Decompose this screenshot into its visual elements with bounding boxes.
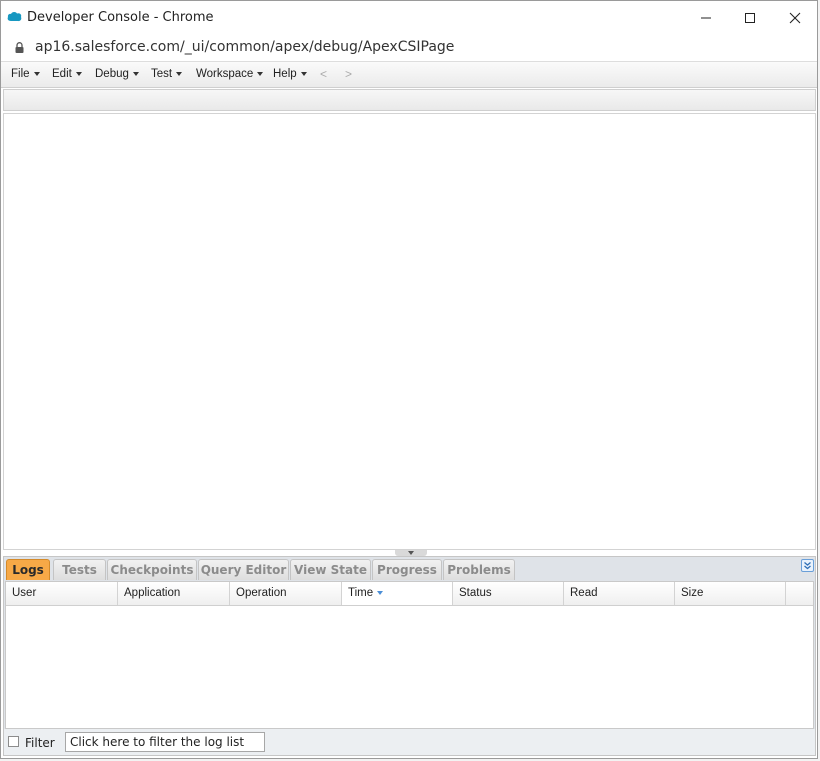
- url-text[interactable]: ap16.salesforce.com/_ui/common/apex/debu…: [35, 39, 454, 55]
- menu-help-label: Help: [273, 68, 297, 80]
- menu-edit[interactable]: Edit: [52, 68, 82, 80]
- tab-tests[interactable]: Tests: [53, 559, 106, 580]
- window-title: Developer Console - Chrome: [27, 10, 214, 25]
- title-bar: Developer Console - Chrome: [1, 1, 817, 34]
- caret-down-icon: [33, 71, 40, 76]
- salesforce-cloud-icon: [7, 12, 22, 22]
- tab-problems[interactable]: Problems: [443, 559, 515, 580]
- tab-checkpoints[interactable]: Checkpoints: [107, 559, 197, 580]
- table-header: User Application Operation Time Status R…: [6, 582, 813, 606]
- address-bar[interactable]: ap16.salesforce.com/_ui/common/apex/debu…: [1, 34, 817, 61]
- logs-table: User Application Operation Time Status R…: [5, 581, 814, 729]
- column-header-application[interactable]: Application: [118, 582, 230, 605]
- close-icon: [789, 12, 801, 23]
- maximize-icon: [745, 12, 755, 23]
- filter-checkbox[interactable]: [8, 736, 19, 747]
- tab-query-editor[interactable]: Query Editor: [198, 559, 289, 580]
- column-header-spacer: [786, 582, 813, 605]
- menu-debug-label: Debug: [95, 68, 129, 80]
- filter-label: Filter: [25, 736, 55, 750]
- menu-help[interactable]: Help: [273, 68, 307, 80]
- caret-down-icon: [132, 71, 139, 76]
- column-header-operation[interactable]: Operation: [230, 582, 342, 605]
- menu-test-label: Test: [151, 68, 173, 80]
- filter-input[interactable]: Click here to filter the log list: [65, 732, 265, 752]
- menu-edit-label: Edit: [52, 68, 72, 80]
- column-header-time-label: Time: [348, 587, 374, 599]
- menu-debug[interactable]: Debug: [95, 68, 139, 80]
- menu-workspace-label: Workspace: [196, 68, 254, 80]
- column-header-status[interactable]: Status: [453, 582, 564, 605]
- sort-descending-icon: [377, 590, 384, 595]
- column-header-user[interactable]: User: [6, 582, 118, 605]
- caret-down-icon: [75, 71, 82, 76]
- filter-bar: Filter Click here to filter the log list: [4, 729, 815, 755]
- caret-down-icon: [300, 71, 307, 76]
- maximize-button[interactable]: [727, 1, 773, 34]
- caret-down-icon: [176, 71, 183, 76]
- tab-view-state[interactable]: View State: [290, 559, 371, 580]
- nav-forward-button[interactable]: >: [345, 67, 352, 81]
- menu-bar: File Edit Debug Test Workspace Help < >: [1, 61, 817, 88]
- bottom-panel: Logs Tests Checkpoints Query Editor View…: [3, 556, 816, 756]
- nav-back-button[interactable]: <: [320, 67, 327, 81]
- minimize-button[interactable]: [683, 1, 729, 34]
- menu-file[interactable]: File: [11, 68, 40, 80]
- editor-tab-bar: [3, 89, 816, 111]
- column-header-size[interactable]: Size: [675, 582, 786, 605]
- collapse-panel-icon: [804, 562, 811, 570]
- tab-logs[interactable]: Logs: [6, 559, 50, 580]
- close-button[interactable]: [772, 1, 818, 34]
- lock-icon: [15, 42, 24, 53]
- column-header-read[interactable]: Read: [564, 582, 675, 605]
- menu-workspace[interactable]: Workspace: [196, 68, 264, 80]
- caret-down-icon: [257, 71, 264, 76]
- menu-file-label: File: [11, 68, 30, 80]
- browser-window: Developer Console - Chrome ap16.salesfor…: [0, 0, 818, 759]
- tab-progress[interactable]: Progress: [372, 559, 442, 580]
- minimize-icon: [701, 17, 711, 18]
- column-header-time[interactable]: Time: [342, 582, 453, 605]
- collapse-panel-button[interactable]: [801, 559, 814, 572]
- menu-test[interactable]: Test: [151, 68, 183, 80]
- editor-area[interactable]: [3, 113, 816, 550]
